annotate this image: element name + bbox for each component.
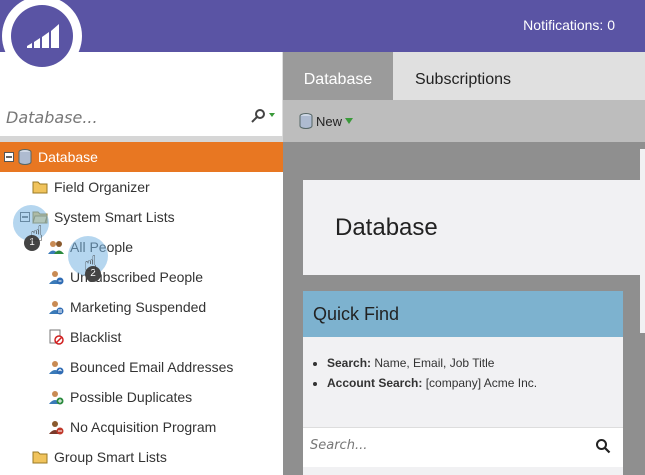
pointer-hand-icon: ☝ (30, 221, 44, 246)
toolbar: New (283, 100, 645, 142)
folder-icon (32, 181, 48, 194)
tree-node-group-smart-lists[interactable]: Group Smart Lists (32, 442, 167, 472)
tree-node-label: Blacklist (70, 329, 122, 345)
tree-node-label: Possible Duplicates (70, 389, 193, 405)
tab-bar: Database Subscriptions (283, 52, 645, 100)
pin-icon (251, 109, 275, 123)
quick-find-help: Search: Name, Email, Job Title Account S… (327, 353, 537, 393)
quick-find-panel: Quick Find Search: Name, Email, Job Titl… (303, 291, 623, 475)
tree-node-label: System Smart Lists (54, 209, 175, 225)
person-bounce-icon (49, 361, 64, 375)
quick-find-title: Quick Find (313, 304, 400, 324)
tree-node-blacklist[interactable]: Blacklist (48, 322, 121, 352)
people-icon (48, 241, 64, 254)
tree-node-database[interactable]: Database (0, 142, 283, 172)
folder-icon (32, 451, 48, 464)
top-bar: Notifications: 0 (0, 0, 645, 52)
tree-node-label: Field Organizer (54, 179, 150, 195)
tree-node-label: No Acquisition Program (70, 419, 217, 435)
tree-node-no-acquisition-program[interactable]: No Acquisition Program (48, 412, 216, 442)
blacklist-icon (49, 329, 64, 345)
notifications-link[interactable]: Notifications: 0 (523, 17, 615, 33)
tree-node-possible-duplicates[interactable]: Possible Duplicates (48, 382, 192, 412)
list-item: Account Search: [company] Acme Inc. (327, 373, 537, 393)
pointer-hand-icon: ☝ (84, 251, 98, 276)
main-content: Database Quick Find Search: Name, Email,… (283, 142, 645, 475)
tree-filter-button[interactable] (250, 108, 276, 129)
tree-node-bounced-email-addresses[interactable]: Bounced Email Addresses (48, 352, 233, 382)
tree-node-marketing-suspended[interactable]: Marketing Suspended (48, 292, 206, 322)
tree-node-label: Group Smart Lists (54, 449, 167, 465)
search-icon[interactable] (595, 438, 611, 454)
new-button-label: New (316, 113, 343, 129)
person-duplicate-icon (49, 391, 64, 405)
quick-find-search-input[interactable] (310, 438, 570, 453)
database-icon (299, 113, 313, 129)
tree-node-label: Bounced Email Addresses (70, 359, 234, 375)
side-panel-edge (640, 149, 645, 333)
quick-find-header: Quick Find (303, 291, 623, 337)
page-header-card: Database (303, 180, 645, 275)
person-no-program-icon (49, 421, 64, 435)
new-button[interactable]: New (299, 113, 354, 129)
tab-subscriptions[interactable]: Subscriptions (393, 52, 533, 100)
page-title: Database (335, 214, 438, 241)
quick-find-search (303, 427, 623, 467)
person-suspended-icon (49, 301, 64, 315)
collapse-icon[interactable] (4, 152, 14, 162)
left-panel: Database Field Organizer System Smart Li… (0, 52, 283, 475)
person-unsubscribe-icon (49, 271, 64, 285)
tree-node-label: Marketing Suspended (70, 299, 207, 315)
tree-search-input[interactable] (6, 108, 226, 127)
tree-node-label: Database (38, 149, 98, 165)
tree-node-field-organizer[interactable]: Field Organizer (32, 172, 150, 202)
dropdown-arrow-icon (345, 118, 354, 124)
list-item: Search: Name, Email, Job Title (327, 353, 537, 373)
logo-bars-icon (27, 24, 59, 48)
database-icon (18, 149, 32, 165)
tab-database[interactable]: Database (283, 52, 393, 100)
